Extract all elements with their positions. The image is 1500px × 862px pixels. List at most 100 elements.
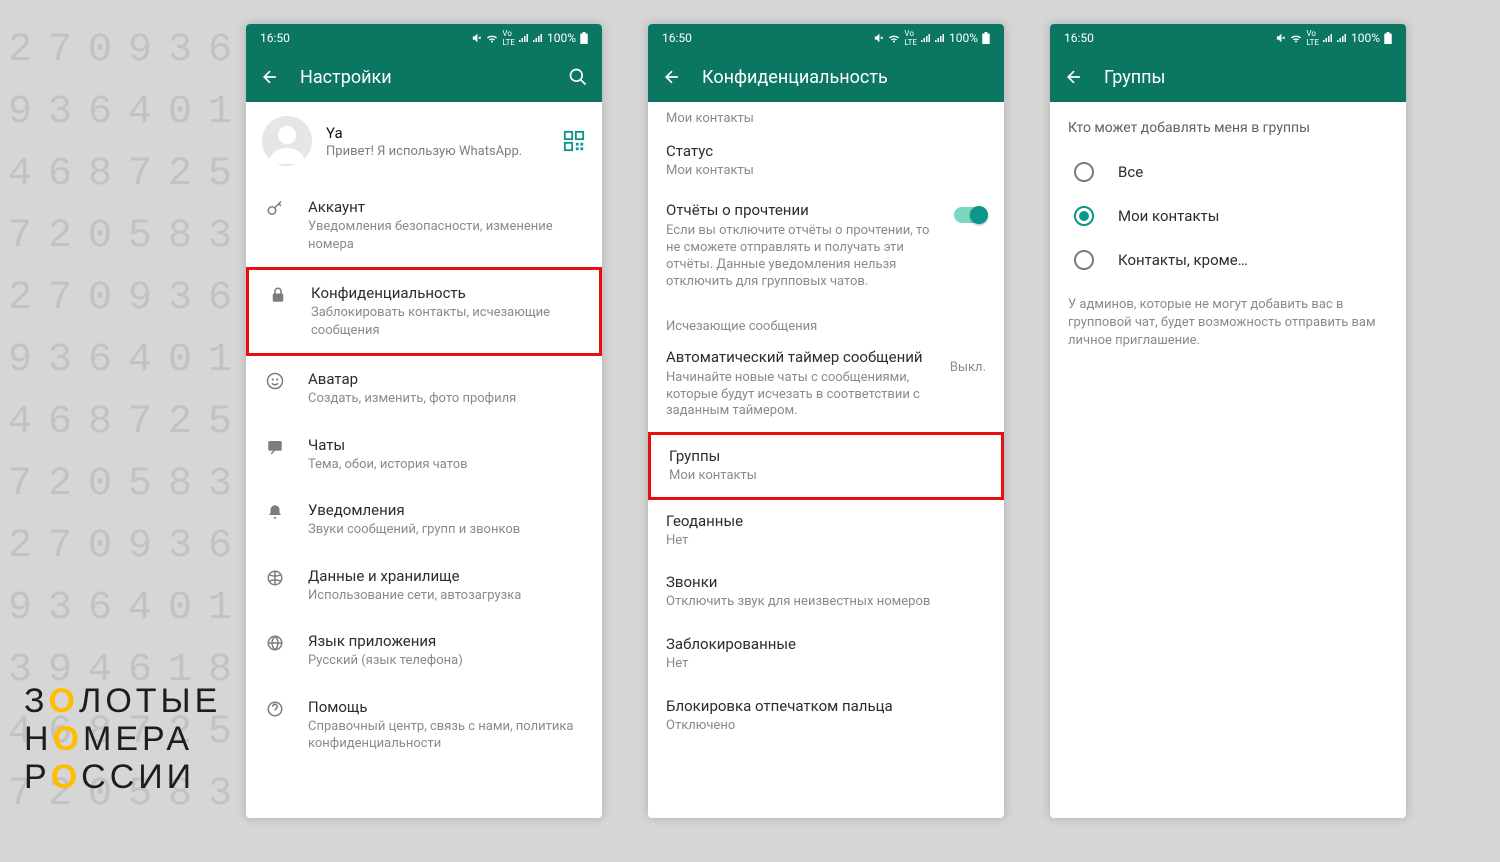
mute-icon: [472, 33, 482, 43]
wifi-icon: [1290, 33, 1302, 43]
row-geo[interactable]: Геоданные Нет: [648, 500, 1004, 562]
row-title: Язык приложения: [308, 632, 586, 650]
radio-contacts[interactable]: Мои контакты: [1050, 194, 1406, 238]
arrow-left-icon: [1064, 67, 1084, 87]
app-bar: Группы: [1050, 52, 1406, 102]
back-button[interactable]: [660, 65, 684, 89]
row-groups[interactable]: Группы Мои контакты: [648, 432, 1004, 500]
groups-info: У админов, которые не могут добавить вас…: [1050, 290, 1406, 357]
row-auto-timer[interactable]: Автоматический таймер сообщений Начинайт…: [648, 340, 1004, 433]
battery-icon: [580, 32, 588, 44]
radio-icon: [1074, 162, 1094, 182]
row-fingerprint[interactable]: Блокировка отпечатком пальца Отключено: [648, 685, 1004, 747]
radio-all[interactable]: Все: [1050, 150, 1406, 194]
radio-icon: [1074, 250, 1094, 270]
row-blocked[interactable]: Заблокированные Нет: [648, 623, 1004, 685]
row-help[interactable]: Помощь Справочный центр, связь с нами, п…: [246, 684, 602, 767]
app-bar: Настройки: [246, 52, 602, 102]
row-sub: Тема, обои, история чатов: [308, 456, 586, 474]
status-icons: VoLTE 100%: [472, 29, 588, 47]
arrow-left-icon: [662, 67, 682, 87]
row-title: Чаты: [308, 436, 586, 454]
row-title: Отчёты о прочтении: [666, 201, 944, 219]
row-title: Уведомления: [308, 501, 586, 519]
bell-icon: [266, 503, 284, 521]
signal-icon: [519, 33, 529, 43]
row-title: Конфиденциальность: [311, 284, 583, 302]
row-calls[interactable]: Звонки Отключить звук для неизвестных но…: [648, 561, 1004, 623]
row-language[interactable]: Язык приложения Русский (язык телефона): [246, 618, 602, 684]
read-receipts-toggle[interactable]: [954, 207, 986, 223]
profile-row[interactable]: Ya Привет! Я использую WhatsApp.: [246, 102, 602, 184]
back-button[interactable]: [258, 65, 282, 89]
row-sub: Создать, изменить, фото профиля: [308, 390, 586, 408]
battery-text: 100%: [949, 31, 978, 45]
row-notifications[interactable]: Уведомления Звуки сообщений, групп и зво…: [246, 487, 602, 553]
battery-icon: [1384, 32, 1392, 44]
row-chats[interactable]: Чаты Тема, обои, история чатов: [246, 422, 602, 488]
status-time: 16:50: [260, 31, 290, 45]
battery-text: 100%: [547, 31, 576, 45]
row-sub: Нет: [666, 655, 986, 673]
qr-icon: [563, 130, 585, 152]
data-icon: [266, 569, 284, 587]
row-title: Помощь: [308, 698, 586, 716]
qr-button[interactable]: [562, 129, 586, 153]
previous-row-sub: Мои контакты: [648, 104, 1004, 130]
face-icon: [266, 372, 284, 390]
back-button[interactable]: [1062, 65, 1086, 89]
globe-icon: [266, 634, 284, 652]
search-icon: [568, 67, 588, 87]
radio-icon: [1074, 206, 1094, 226]
screen-settings: 16:50 VoLTE 100% Настройки: [246, 24, 602, 818]
signal-icon: [921, 33, 931, 43]
status-time: 16:50: [662, 31, 692, 45]
row-read-receipts[interactable]: Отчёты о прочтении Если вы отключите отч…: [648, 191, 1004, 301]
row-title: Звонки: [666, 573, 986, 591]
signal-icon: [1323, 33, 1333, 43]
row-title: Блокировка отпечатком пальца: [666, 697, 986, 715]
row-storage[interactable]: Данные и хранилище Использование сети, а…: [246, 553, 602, 619]
avatar: [262, 116, 312, 166]
row-sub: Звуки сообщений, групп и звонков: [308, 521, 586, 539]
radio-except[interactable]: Контакты, кроме…: [1050, 238, 1406, 282]
lte-icon: VoLTE: [904, 29, 917, 47]
row-sub: Отключить звук для неизвестных номеров: [666, 593, 986, 611]
search-button[interactable]: [566, 65, 590, 89]
row-sub: Мои контакты: [669, 467, 983, 485]
status-time: 16:50: [1064, 31, 1094, 45]
row-title: Автоматический таймер сообщений: [666, 348, 940, 366]
groups-heading: Кто может добавлять меня в группы: [1050, 102, 1406, 142]
status-bar: 16:50 VoLTE 100%: [648, 24, 1004, 52]
lte-icon: VoLTE: [502, 29, 515, 47]
row-account[interactable]: Аккаунт Уведомления безопасности, измене…: [246, 184, 602, 267]
chat-icon: [266, 438, 284, 456]
lte-icon: VoLTE: [1306, 29, 1319, 47]
signal-icon-2: [1337, 33, 1347, 43]
battery-icon: [982, 32, 990, 44]
row-title: Группы: [669, 447, 983, 465]
lock-icon: [269, 286, 287, 304]
wifi-icon: [486, 33, 498, 43]
wifi-icon: [888, 33, 900, 43]
app-bar-title: Настройки: [300, 67, 548, 88]
row-desc: Если вы отключите отчёты о прочтении, то…: [666, 223, 944, 291]
signal-icon-2: [935, 33, 945, 43]
row-sub: Использование сети, автозагрузка: [308, 587, 586, 605]
row-sub: Русский (язык телефона): [308, 652, 586, 670]
row-avatar[interactable]: Аватар Создать, изменить, фото профиля: [246, 356, 602, 422]
status-bar: 16:50 VoLTE 100%: [246, 24, 602, 52]
profile-subtitle: Привет! Я использую WhatsApp.: [326, 144, 548, 159]
row-sub: Мои контакты: [666, 162, 986, 180]
row-sub: Заблокировать контакты, исчезающие сообщ…: [311, 304, 583, 339]
status-bar: 16:50 VoLTE 100%: [1050, 24, 1406, 52]
row-sub: Справочный центр, связь с нами, политика…: [308, 718, 586, 753]
battery-text: 100%: [1351, 31, 1380, 45]
row-sub: Уведомления безопасности, изменение номе…: [308, 218, 586, 253]
key-icon: [266, 200, 284, 218]
app-bar-title: Группы: [1104, 67, 1394, 88]
row-title: Аватар: [308, 370, 586, 388]
row-privacy[interactable]: Конфиденциальность Заблокировать контакт…: [246, 267, 602, 356]
app-bar-title: Конфиденциальность: [702, 67, 992, 88]
row-status[interactable]: Статус Мои контакты: [648, 130, 1004, 192]
